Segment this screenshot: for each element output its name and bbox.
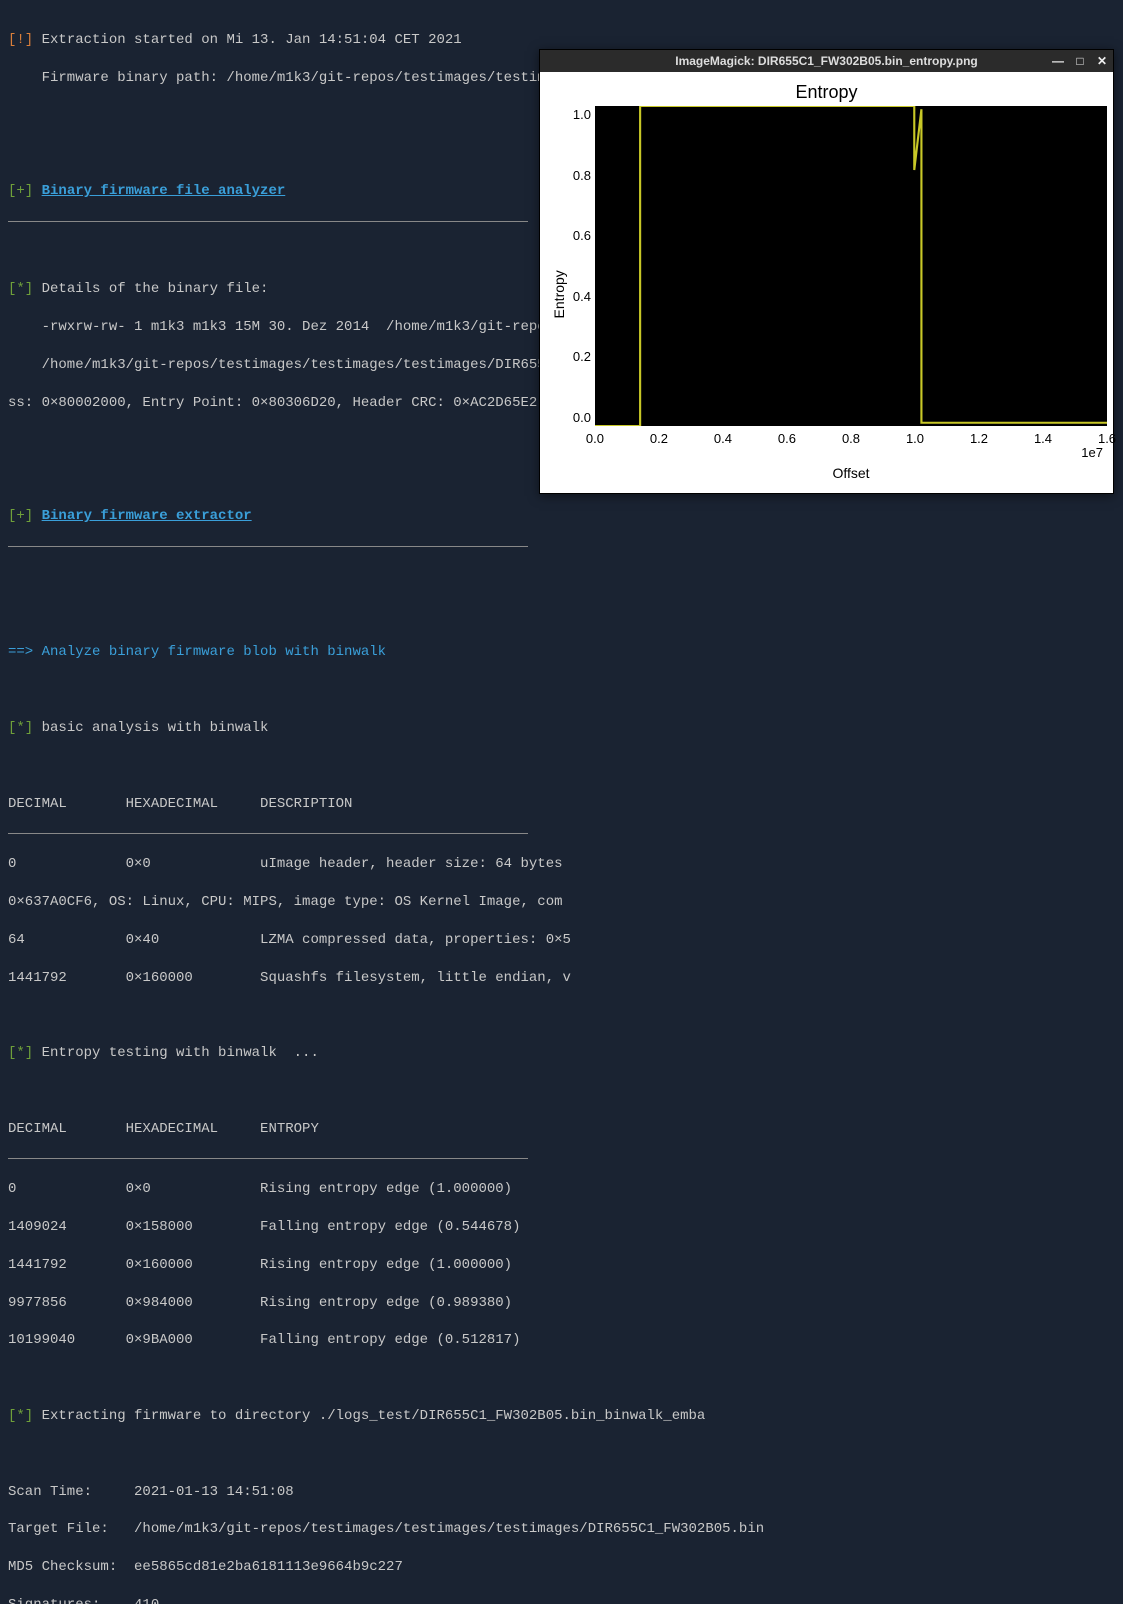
marker-star: [*] — [8, 281, 42, 297]
marker-plus: [+] — [8, 183, 42, 199]
entropy-testing-line: Entropy testing with binwalk ... — [42, 1045, 319, 1061]
chart-ylabel: Entropy — [546, 106, 573, 482]
chart-title: Entropy — [546, 76, 1107, 106]
chart-plot-area — [595, 106, 1107, 426]
analyze-blob-line: Analyze binary firmware blob with binwal… — [42, 644, 386, 660]
section-rule — [8, 546, 528, 547]
entropy-row: 1409024 0×158000 Falling entropy edge (0… — [8, 1218, 1115, 1237]
binwalk-row: 0×637A0CF6, OS: Linux, CPU: MIPS, image … — [8, 893, 1115, 912]
marker-plus: [+] — [8, 508, 42, 524]
md5-line: MD5 Checksum: ee5865cd81e2ba6181113e9664… — [8, 1558, 1115, 1577]
table-rule — [8, 1158, 528, 1159]
basic-analysis-line: basic analysis with binwalk — [42, 720, 269, 736]
extraction-start-line: Extraction started on Mi 13. Jan 14:51:0… — [42, 32, 462, 48]
binwalk-row: 64 0×40 LZMA compressed data, properties… — [8, 931, 1115, 950]
section-file-analyzer: Binary firmware file analyzer — [42, 183, 286, 199]
extracting-line: Extracting firmware to directory ./logs_… — [42, 1408, 706, 1424]
marker-warn: [!] — [8, 32, 42, 48]
arrow-marker: ==> — [8, 644, 42, 660]
binwalk-header-1: DECIMAL HEXADECIMAL DESCRIPTION — [8, 795, 1115, 814]
entropy-chart: Entropy Entropy 1.0 0.8 0.6 0.4 0.2 0.0 … — [540, 72, 1113, 493]
entropy-row: 0 0×0 Rising entropy edge (1.000000) — [8, 1180, 1115, 1199]
scan-time-line: Scan Time: 2021-01-13 14:51:08 — [8, 1483, 1115, 1502]
signatures-line: Signatures: 410 — [8, 1596, 1115, 1604]
entropy-row: 1441792 0×160000 Rising entropy edge (1.… — [8, 1256, 1115, 1275]
window-titlebar[interactable]: ImageMagick: DIR655C1_FW302B05.bin_entro… — [540, 50, 1113, 72]
table-rule — [8, 833, 528, 834]
section-rule — [8, 221, 528, 222]
chart-yaxis: 1.0 0.8 0.6 0.4 0.2 0.0 — [573, 106, 595, 426]
marker-star: [*] — [8, 1045, 42, 1061]
close-icon[interactable]: ✕ — [1093, 52, 1111, 70]
window-title: ImageMagick: DIR655C1_FW302B05.bin_entro… — [675, 53, 978, 69]
maximize-icon[interactable]: □ — [1071, 52, 1089, 70]
target-file-line: Target File: /home/m1k3/git-repos/testim… — [8, 1520, 1115, 1539]
minimize-icon[interactable]: — — [1049, 52, 1067, 70]
section-extractor: Binary firmware extractor — [42, 508, 252, 524]
marker-star: [*] — [8, 720, 42, 736]
marker-star: [*] — [8, 1408, 42, 1424]
chart-xaxis: 0.00.20.40.60.81.01.21.41.6 — [595, 426, 1107, 444]
binwalk-row: 1441792 0×160000 Squashfs filesystem, li… — [8, 969, 1115, 988]
entropy-header: DECIMAL HEXADECIMAL ENTROPY — [8, 1120, 1115, 1139]
binwalk-row: 0 0×0 uImage header, header size: 64 byt… — [8, 855, 1115, 874]
entropy-row: 10199040 0×9BA000 Falling entropy edge (… — [8, 1331, 1115, 1350]
chart-xlabel: Offset — [595, 462, 1107, 483]
imagemagick-window[interactable]: ImageMagick: DIR655C1_FW302B05.bin_entro… — [539, 49, 1114, 494]
details-line: Details of the binary file: — [42, 281, 269, 297]
entropy-row: 9977856 0×984000 Rising entropy edge (0.… — [8, 1294, 1115, 1313]
